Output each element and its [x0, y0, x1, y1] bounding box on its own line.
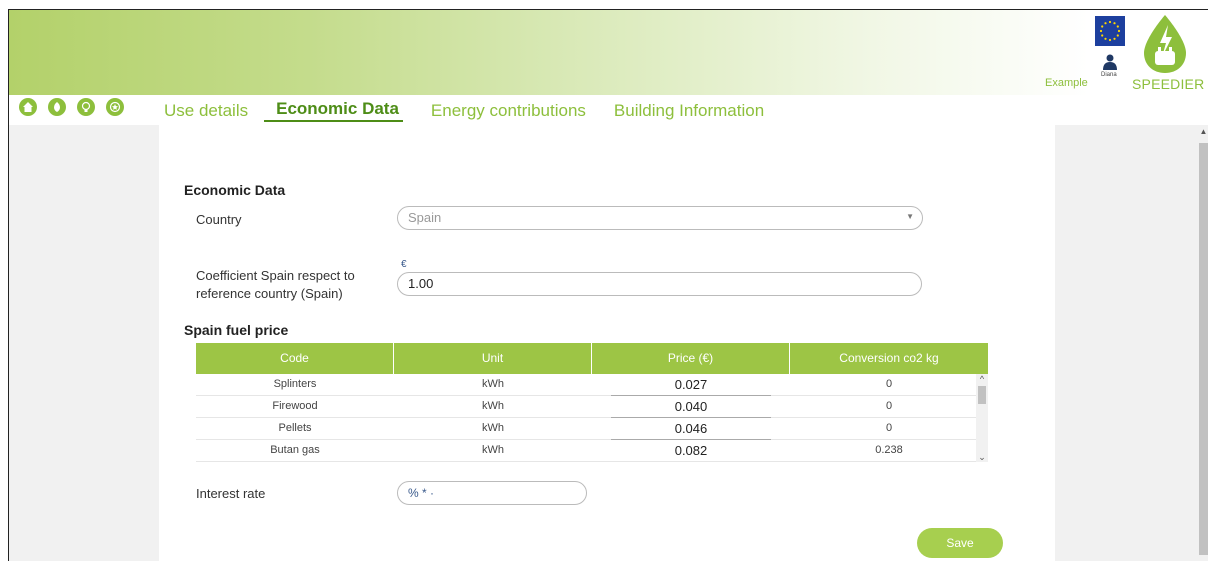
- fuel-price-table: Code Unit Price (€) Conversion co2 kg Sp…: [196, 343, 988, 462]
- right-gutter: [1055, 125, 1208, 561]
- chevron-down-icon[interactable]: ⌄: [976, 452, 988, 462]
- eu-flag-icon: [1095, 16, 1125, 46]
- coefficient-label: Coefficient Spain respect to reference c…: [196, 267, 355, 303]
- save-button[interactable]: Save: [917, 528, 1003, 558]
- interest-rate-label: Interest rate: [196, 486, 266, 501]
- cell-co2: 0: [885, 422, 893, 434]
- cell-price: 0.082: [592, 440, 790, 461]
- chevron-down-icon: ▼: [906, 212, 914, 221]
- tab-economic-data[interactable]: Economic Data: [264, 98, 403, 122]
- user-name[interactable]: Diana: [1101, 72, 1117, 78]
- cell-code: Firewood: [272, 400, 318, 412]
- price-input[interactable]: 0.082: [611, 441, 771, 461]
- cell-code: Pellets: [278, 422, 312, 434]
- table-body: Splinters kWh 0.027 0 Firewood kWh 0.040…: [196, 374, 988, 462]
- bulb-icon[interactable]: [77, 98, 95, 116]
- cell-unit: kWh: [482, 422, 504, 434]
- currency-symbol: €: [401, 259, 407, 270]
- tab-energy-contributions[interactable]: Energy contributions: [431, 100, 586, 122]
- coefficient-label-line1: Coefficient Spain respect to: [196, 268, 355, 283]
- cell-unit: kWh: [482, 444, 504, 456]
- table-row: Pellets kWh 0.046 0: [196, 418, 988, 440]
- country-select[interactable]: Spain ▼: [397, 206, 923, 230]
- cell-co2: 0.238: [875, 444, 903, 456]
- economic-data-panel: Economic Data Country Spain ▼ Coefficien…: [159, 125, 1055, 561]
- price-input[interactable]: 0.046: [611, 419, 771, 440]
- section-title: Economic Data: [184, 182, 286, 198]
- coefficient-input[interactable]: 1.00: [397, 272, 922, 296]
- home-icon[interactable]: [19, 98, 37, 116]
- cell-co2: 0: [885, 378, 893, 390]
- page-scrollbar[interactable]: ▲: [1198, 125, 1208, 561]
- app-frame: Diana Example SPEEDIER Use details Econo…: [8, 9, 1208, 561]
- nav-icon-bar: [19, 98, 124, 116]
- fuel-price-title: Spain fuel price: [184, 322, 289, 338]
- star-icon[interactable]: [106, 98, 124, 116]
- cell-unit: kWh: [482, 378, 504, 390]
- country-label: Country: [196, 212, 242, 227]
- cell-price: 0.046: [592, 418, 790, 440]
- cell-co2: 0: [885, 400, 893, 412]
- cell-unit: kWh: [482, 400, 504, 412]
- chevron-up-icon[interactable]: ^: [976, 374, 988, 384]
- scroll-thumb[interactable]: [1199, 143, 1208, 555]
- cell-price: 0.040: [592, 396, 790, 418]
- table-row: Firewood kWh 0.040 0: [196, 396, 988, 418]
- tab-bar: Use details Economic Data Energy contrib…: [164, 96, 792, 122]
- header-code[interactable]: Code: [196, 343, 394, 374]
- scroll-up-icon[interactable]: ▲: [1198, 127, 1208, 137]
- table-scrollbar[interactable]: ^ ⌄: [976, 374, 988, 462]
- tab-use-details[interactable]: Use details: [164, 100, 248, 122]
- example-link[interactable]: Example: [1045, 77, 1088, 89]
- cell-code: Splinters: [273, 378, 317, 390]
- cell-code: Butan gas: [270, 444, 320, 456]
- table-header: Code Unit Price (€) Conversion co2 kg: [196, 343, 988, 374]
- logo-text: SPEEDIER: [1132, 76, 1205, 92]
- cell-price: 0.027: [592, 374, 790, 396]
- speedier-logo-icon: [1140, 13, 1190, 75]
- left-gutter: [9, 125, 159, 561]
- header-banner: [9, 10, 1208, 95]
- user-icon[interactable]: [1103, 54, 1117, 70]
- price-input[interactable]: 0.040: [611, 397, 771, 418]
- table-scroll-thumb[interactable]: [978, 386, 986, 404]
- country-value: Spain: [408, 210, 442, 225]
- table-row: Butan gas kWh 0.082 0.238: [196, 440, 988, 462]
- header-co2[interactable]: Conversion co2 kg: [790, 343, 988, 374]
- coefficient-label-line2: reference country (Spain): [196, 286, 343, 301]
- interest-rate-input[interactable]: % * ·: [397, 481, 587, 505]
- header-unit[interactable]: Unit: [394, 343, 592, 374]
- price-input[interactable]: 0.027: [611, 375, 771, 396]
- tab-building-information[interactable]: Building Information: [614, 100, 764, 122]
- table-row: Splinters kWh 0.027 0: [196, 374, 988, 396]
- leaf-icon[interactable]: [48, 98, 66, 116]
- header-price[interactable]: Price (€): [592, 343, 790, 374]
